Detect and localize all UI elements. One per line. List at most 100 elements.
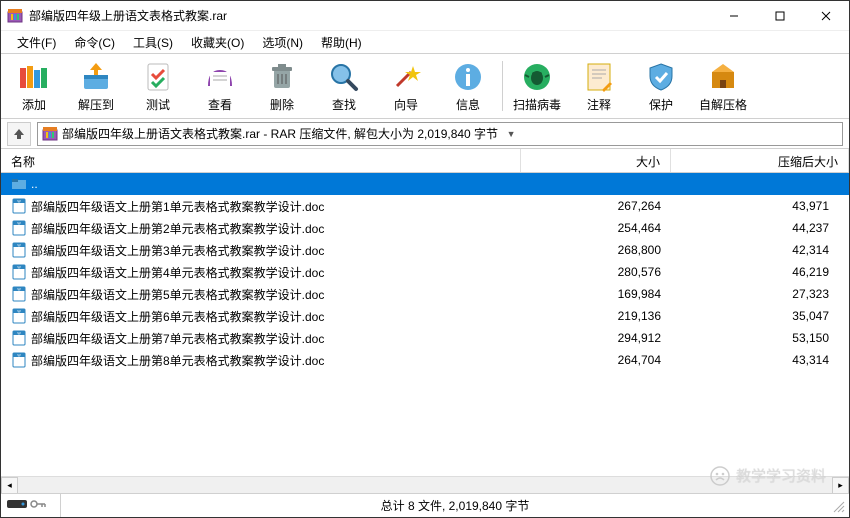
view-button[interactable]: 查看 (189, 55, 251, 117)
file-name: 部编版四年级语文上册第4单元表格式教案教学设计.doc (31, 264, 324, 281)
menu-commands[interactable]: 命令(C) (66, 32, 123, 53)
comment-button[interactable]: 注释 (568, 55, 630, 117)
file-row[interactable]: W部编版四年级语文上册第4单元表格式教案教学设计.doc 280,57646,21… (1, 261, 849, 283)
path-bar: 部编版四年级上册语文表格式教案.rar - RAR 压缩文件, 解包大小为 2,… (1, 119, 849, 149)
books-add-icon (17, 60, 51, 94)
wizard-button[interactable]: 向导 (375, 55, 437, 117)
file-list: 名称 大小 压缩后大小 ..W部编版四年级语文上册第1单元表格式教案教学设计.d… (1, 149, 849, 493)
comment-icon (582, 60, 616, 94)
protect-icon (644, 60, 678, 94)
doc-icon: W (11, 352, 27, 368)
scroll-track[interactable] (18, 477, 832, 493)
menu-bar: 文件(F) 命令(C) 工具(S) 收藏夹(O) 选项(N) 帮助(H) (1, 31, 849, 53)
file-row[interactable]: W部编版四年级语文上册第1单元表格式教案教学设计.doc 267,26443,97… (1, 195, 849, 217)
parent-row[interactable]: .. (1, 173, 849, 195)
file-name: 部编版四年级语文上册第3单元表格式教案教学设计.doc (31, 242, 324, 259)
chevron-down-icon[interactable]: ▼ (502, 129, 520, 139)
file-row[interactable]: W部编版四年级语文上册第6单元表格式教案教学设计.doc219,13635,04… (1, 305, 849, 327)
extract-button[interactable]: 解压到 (65, 55, 127, 117)
file-size: 254,464 (521, 219, 671, 237)
test-button[interactable]: 测试 (127, 55, 189, 117)
scroll-left-button[interactable]: ◂ (1, 477, 18, 494)
virus-icon (520, 60, 554, 94)
close-button[interactable] (803, 1, 849, 30)
file-compressed-size: 53,150 (671, 329, 849, 347)
find-icon (327, 60, 361, 94)
maximize-button[interactable] (757, 1, 803, 30)
menu-help[interactable]: 帮助(H) (313, 32, 370, 53)
status-bar: 总计 8 文件, 2,019,840 字节 (1, 493, 849, 517)
file-name: 部编版四年级语文上册第5单元表格式教案教学设计.doc (31, 286, 324, 303)
extract-icon (79, 60, 113, 94)
file-size: 264,704 (521, 351, 671, 369)
resize-grip[interactable] (831, 499, 847, 515)
doc-icon: W (11, 308, 27, 324)
scroll-right-button[interactable]: ▸ (832, 477, 849, 494)
app-icon (7, 8, 23, 24)
up-button[interactable] (7, 122, 31, 146)
file-size: 280,576 (521, 263, 671, 281)
test-icon (141, 60, 175, 94)
toolbar: 添加 解压到 测试 查看 删除 查找 向导 信息 扫描病毒 注释 保护 (1, 53, 849, 119)
file-size: 268,800 (521, 241, 671, 259)
file-compressed-size: 46,219 (671, 263, 849, 281)
wizard-icon (389, 60, 423, 94)
doc-icon: W (11, 198, 27, 214)
menu-file[interactable]: 文件(F) (9, 32, 64, 53)
file-row[interactable]: W部编版四年级语文上册第8单元表格式教案教学设计.doc 264,70443,31… (1, 349, 849, 371)
menu-favorites[interactable]: 收藏夹(O) (183, 32, 252, 53)
parent-label: .. (31, 177, 38, 191)
window-title: 部编版四年级上册语文表格式教案.rar (29, 7, 711, 24)
drive-icon (7, 498, 27, 513)
virus-scan-button[interactable]: 扫描病毒 (506, 55, 568, 117)
doc-icon: W (11, 286, 27, 302)
file-name: 部编版四年级语文上册第7单元表格式教案教学设计.doc (31, 330, 324, 347)
minimize-button[interactable] (711, 1, 757, 30)
file-compressed-size: 43,314 (671, 351, 849, 369)
column-name[interactable]: 名称 (1, 149, 521, 172)
file-size: 294,912 (521, 329, 671, 347)
file-size: 267,264 (521, 197, 671, 215)
file-rows: ..W部编版四年级语文上册第1单元表格式教案教学设计.doc267,26443,… (1, 173, 849, 476)
path-text: 部编版四年级上册语文表格式教案.rar - RAR 压缩文件, 解包大小为 2,… (62, 125, 498, 142)
delete-button[interactable]: 删除 (251, 55, 313, 117)
delete-icon (265, 60, 299, 94)
file-compressed-size: 27,323 (671, 285, 849, 303)
file-row[interactable]: W部编版四年级语文上册第2单元表格式教案教学设计.doc254,46444,23… (1, 217, 849, 239)
column-compressed-size[interactable]: 压缩后大小 (671, 149, 849, 172)
file-name: 部编版四年级语文上册第8单元表格式教案教学设计.doc (31, 352, 324, 369)
menu-options[interactable]: 选项(N) (254, 32, 311, 53)
find-button[interactable]: 查找 (313, 55, 375, 117)
add-button[interactable]: 添加 (3, 55, 65, 117)
file-row[interactable]: W部编版四年级语文上册第7单元表格式教案教学设计.doc294,91253,15… (1, 327, 849, 349)
key-icon (30, 498, 46, 513)
doc-icon: W (11, 220, 27, 236)
file-size: 219,136 (521, 307, 671, 325)
file-compressed-size: 43,971 (671, 197, 849, 215)
toolbar-separator (502, 61, 503, 111)
file-compressed-size: 42,314 (671, 241, 849, 259)
column-size[interactable]: 大小 (521, 149, 671, 172)
view-icon (203, 60, 237, 94)
doc-icon: W (11, 264, 27, 280)
sfx-icon (706, 60, 740, 94)
file-compressed-size: 35,047 (671, 307, 849, 325)
file-row[interactable]: W部编版四年级语文上册第3单元表格式教案教学设计.doc 268,80042,31… (1, 239, 849, 261)
title-bar: 部编版四年级上册语文表格式教案.rar (1, 1, 849, 31)
path-field[interactable]: 部编版四年级上册语文表格式教案.rar - RAR 压缩文件, 解包大小为 2,… (37, 122, 843, 146)
info-button[interactable]: 信息 (437, 55, 499, 117)
folder-up-icon (11, 176, 27, 192)
protect-button[interactable]: 保护 (630, 55, 692, 117)
window-controls (711, 1, 849, 30)
file-size: 169,984 (521, 285, 671, 303)
file-row[interactable]: W部编版四年级语文上册第5单元表格式教案教学设计.doc 169,98427,32… (1, 283, 849, 305)
menu-tools[interactable]: 工具(S) (125, 32, 181, 53)
status-summary: 总计 8 文件, 2,019,840 字节 (61, 497, 849, 514)
archive-icon (42, 126, 58, 142)
sfx-button[interactable]: 自解压格 (692, 55, 754, 117)
file-name: 部编版四年级语文上册第1单元表格式教案教学设计.doc (31, 198, 324, 215)
horizontal-scrollbar[interactable]: ◂ ▸ (1, 476, 849, 493)
doc-icon: W (11, 242, 27, 258)
column-headers: 名称 大小 压缩后大小 (1, 149, 849, 173)
status-left (1, 494, 61, 517)
